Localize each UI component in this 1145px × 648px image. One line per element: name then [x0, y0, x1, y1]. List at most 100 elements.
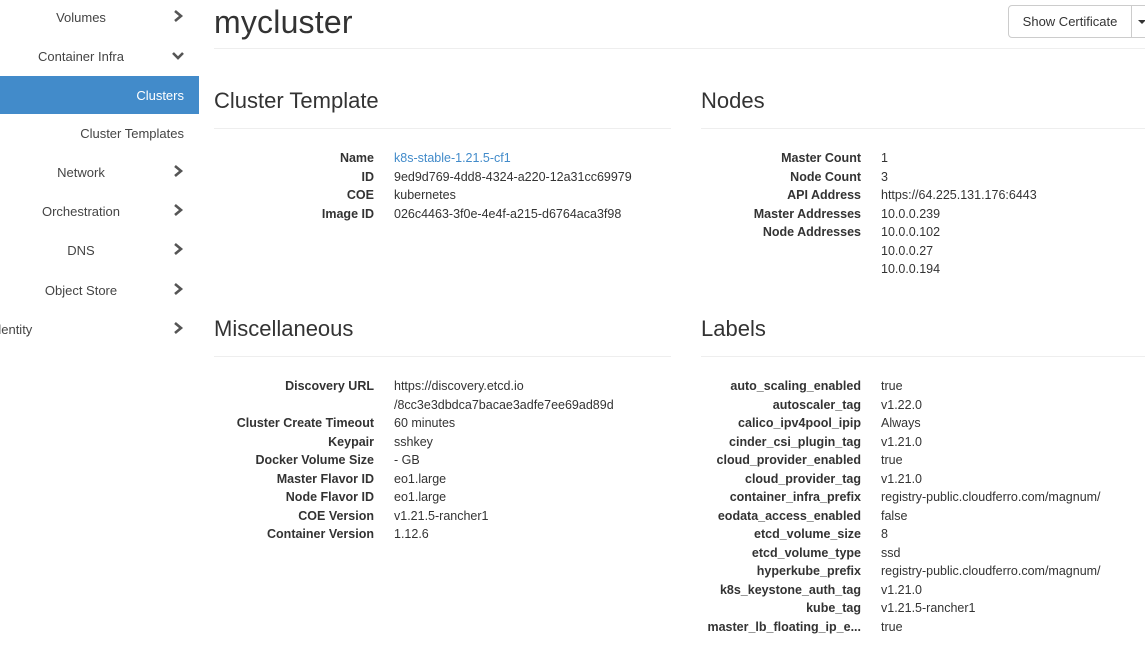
property-label: kube_tag: [806, 601, 861, 615]
sidebar-item-label: Network: [57, 164, 105, 180]
property-value: true: [881, 379, 903, 393]
property-value: true: [881, 619, 903, 634]
property-value: 3: [881, 169, 888, 184]
main-content: mycluster Show Certificate Cluster Templ…: [214, 0, 1145, 648]
certificate-button-group: Show Certificate: [1008, 5, 1145, 38]
property-label: Node Addresses: [762, 225, 861, 239]
property-label: Master Flavor ID: [276, 471, 374, 486]
section-heading: Cluster Template: [214, 88, 379, 113]
property-label: Name: [339, 151, 374, 165]
property-value: v1.21.5-rancher1: [881, 601, 976, 615]
title-divider: [214, 48, 1145, 49]
property-label: eodata_access_enabled: [717, 508, 861, 523]
property-value: registry-public.cloudferro.com/magnum/: [881, 490, 1101, 504]
property-value: 1.12.6: [394, 527, 429, 541]
section-heading: Miscellaneous: [214, 316, 354, 341]
property-label: API Address: [787, 188, 861, 202]
property-label: auto_scaling_enabled: [730, 379, 861, 393]
property-value: ssd: [881, 545, 901, 560]
property-value: k8s-stable-1.21.5-cf1: [394, 149, 511, 168]
property-value: https://64.225.131.176:6443: [881, 188, 1037, 202]
chevron-right-icon: [174, 322, 184, 334]
property-value: 1: [881, 151, 888, 165]
property-value: registry-public.cloudferro.com/magnum/: [881, 564, 1101, 578]
sidebar-item-identity[interactable]: dentity: [0, 310, 199, 348]
property-label: k8s_keystone_auth_tag: [719, 582, 861, 597]
section-divider: [214, 128, 671, 129]
sidebar-item-clusters[interactable]: Clusters: [0, 76, 199, 114]
property-value: kubernetes: [394, 188, 456, 202]
property-value: eo1.large: [394, 471, 447, 486]
sidebar-item-label: Container Infra: [38, 48, 124, 64]
section-divider: [701, 356, 1145, 357]
property-value: v1.21.0: [881, 582, 923, 597]
sidebar-item-network[interactable]: Network: [0, 153, 199, 191]
property-value: 10.0.0.27: [881, 243, 934, 258]
chevron-right-icon: [174, 204, 184, 216]
section-heading: Nodes: [701, 88, 765, 113]
sidebar: Volumes Container Infra Clusters Cluster…: [0, 0, 199, 648]
sidebar-item-container-infra[interactable]: Container Infra: [0, 37, 199, 75]
sidebar-item-volumes[interactable]: Volumes: [0, 0, 199, 36]
property-label: ID: [361, 169, 375, 184]
chevron-right-icon: [174, 10, 184, 22]
property-label: Master Count: [781, 151, 861, 165]
property-label: Docker Volume Size: [255, 453, 374, 467]
sidebar-item-label: Clusters: [136, 87, 184, 103]
property-label: Image ID: [321, 206, 374, 221]
sidebar-item-label: Cluster Templates: [80, 125, 184, 141]
property-value: true: [881, 453, 903, 467]
sidebar-item-orchestration[interactable]: Orchestration: [0, 192, 199, 230]
property-value: 8: [881, 527, 888, 541]
property-label: Node Count: [790, 169, 861, 184]
cluster-template-link[interactable]: k8s-stable-1.21.5-cf1: [394, 151, 511, 165]
page-title: mycluster: [214, 4, 353, 40]
property-value: 026c4463-3f0e-4e4f-a215-d6764aca3f98: [394, 206, 622, 221]
section-divider: [214, 356, 671, 357]
sidebar-item-label: DNS: [67, 242, 95, 258]
sidebar-item-label: Volumes: [56, 9, 106, 25]
property-label: Cluster Create Timeout: [236, 416, 374, 430]
property-label: Node Flavor ID: [285, 490, 374, 504]
property-value: 10.0.0.194: [881, 262, 941, 276]
caret-down-icon: [1138, 19, 1145, 24]
property-value: 10.0.0.239: [881, 206, 941, 221]
property-value: false: [881, 508, 908, 523]
property-label: calico_ipv4pool_ipip: [738, 416, 861, 430]
property-value: v1.22.0: [881, 397, 923, 412]
property-value: Always: [881, 416, 921, 430]
property-label: Discovery URL: [285, 379, 374, 393]
property-value: - GB: [394, 453, 420, 467]
property-value: 10.0.0.102: [881, 225, 941, 239]
sidebar-item-label: Object Store: [44, 282, 118, 298]
sidebar-item-dns[interactable]: DNS: [0, 231, 199, 269]
property-label: hyperkube_prefix: [756, 564, 861, 578]
property-label: COE Version: [298, 508, 374, 523]
sidebar-item-object-store[interactable]: Object Store: [0, 271, 199, 309]
section-heading: Labels: [701, 316, 766, 341]
property-value: sshkey: [394, 434, 433, 449]
property-value: 60 minutes: [394, 416, 456, 430]
property-value: v1.21.0: [881, 434, 923, 449]
property-label: Container Version: [267, 527, 374, 541]
property-value: /8cc3e3dbdca7bacae3adfe7ee69ad89d: [394, 397, 614, 412]
property-label: cloud_provider_enabled: [716, 453, 861, 467]
property-value: https://discovery.etcd.io: [394, 379, 524, 393]
property-value: 9ed9d769-4dd8-4324-a220-12a31cc69979: [394, 169, 632, 184]
actions-dropdown-toggle[interactable]: [1132, 5, 1145, 38]
chevron-down-icon: [172, 52, 184, 60]
chevron-right-icon: [174, 283, 184, 295]
show-certificate-button[interactable]: Show Certificate: [1008, 5, 1132, 38]
property-value: v1.21.0: [881, 471, 923, 486]
property-label: Master Addresses: [753, 206, 861, 221]
property-label: container_infra_prefix: [729, 490, 861, 504]
sidebar-item-cluster-templates[interactable]: Cluster Templates: [0, 114, 199, 152]
property-label: Keypair: [328, 434, 374, 449]
property-label: autoscaler_tag: [772, 397, 861, 412]
property-value: v1.21.5-rancher1: [394, 508, 489, 523]
property-value: eo1.large: [394, 490, 447, 504]
chevron-right-icon: [174, 243, 184, 255]
property-label: master_lb_floating_ip_e...: [707, 619, 861, 634]
section-divider: [701, 128, 1145, 129]
chevron-right-icon: [174, 165, 184, 177]
